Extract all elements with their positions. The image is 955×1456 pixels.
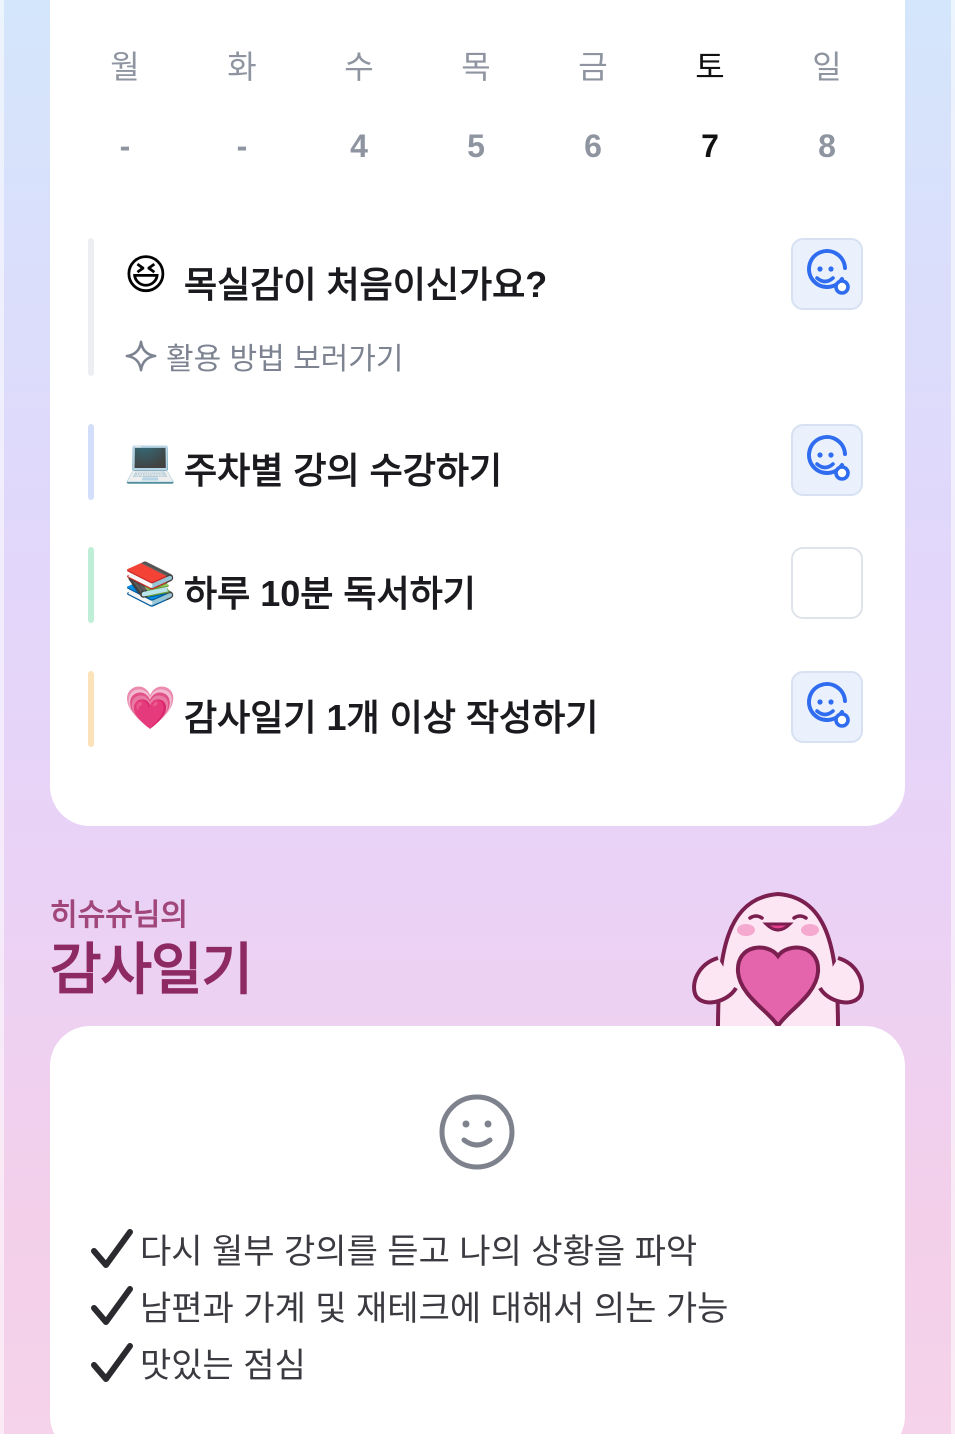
task-check-button[interactable] xyxy=(791,424,863,496)
task-color-bar xyxy=(88,547,94,623)
diary-entry: 다시 월부 강의를 듣고 나의 상황을 파악 xyxy=(90,1220,728,1277)
laughing-emoji-icon: 😆 xyxy=(124,251,168,298)
smile-face-icon xyxy=(439,1094,515,1170)
checkmark-icon xyxy=(91,1285,133,1325)
task-item: 💗 감사일기 1개 이상 작성하기 xyxy=(88,671,878,747)
task-item: 💻 주차별 강의 수강하기 xyxy=(88,424,878,500)
day-name: 수 xyxy=(344,49,374,85)
frame-edge-left xyxy=(0,0,4,1434)
day-number: 6 xyxy=(584,128,602,164)
task-check-button[interactable] xyxy=(791,238,863,310)
day-number: 5 xyxy=(467,128,485,164)
sparkle-icon xyxy=(125,340,157,372)
diary-entry-text: 남편과 가계 및 재테크에 대해서 의논 가능 xyxy=(140,1290,729,1328)
task-title: 목실감이 처음이신가요? xyxy=(184,264,548,305)
smile-check-icon xyxy=(807,682,850,728)
heart-emoji-icon: 💗 xyxy=(124,684,177,731)
task-color-bar xyxy=(88,238,94,376)
day-name: 월 xyxy=(110,49,140,85)
task-title: 주차별 강의 수강하기 xyxy=(184,450,503,491)
laptop-emoji-icon: 💻 xyxy=(124,437,177,484)
frame-edge-right xyxy=(951,0,955,1434)
diary-entry-text: 다시 월부 강의를 듣고 나의 상황을 파악 xyxy=(140,1233,698,1271)
day-name: 토 xyxy=(695,49,725,85)
day-number: - xyxy=(236,128,248,164)
task-check-button-empty[interactable] xyxy=(791,547,863,619)
mascot-holding-heart-icon xyxy=(692,891,864,1029)
diary-entry-text: 맛있는 점심 xyxy=(140,1347,306,1385)
task-check-button[interactable] xyxy=(791,671,863,743)
task-title: 하루 10분 독서하기 xyxy=(184,573,476,614)
checkmark-icon xyxy=(91,1228,133,1268)
how-to-link-label: 활용 방법 보러가기 xyxy=(166,343,404,376)
day-name: 화 xyxy=(227,49,257,85)
checkmark-icon xyxy=(91,1342,133,1382)
task-color-bar xyxy=(88,671,94,747)
diary-entry: 남편과 가계 및 재테크에 대해서 의논 가능 xyxy=(90,1277,728,1334)
day-name: 목 xyxy=(461,49,491,85)
day-number: 8 xyxy=(818,128,836,164)
day-name: 일 xyxy=(812,49,842,85)
diary-title: 감사일기 xyxy=(50,938,253,1001)
smile-check-icon xyxy=(807,435,850,481)
day-number: 4 xyxy=(350,128,368,164)
smile-check-icon xyxy=(807,249,850,295)
diary-entry-list: 다시 월부 강의를 듣고 나의 상황을 파악 남편과 가계 및 재테크에 대해서… xyxy=(90,1220,728,1391)
books-emoji-icon: 📚 xyxy=(124,560,177,607)
day-number: 7 xyxy=(701,128,719,164)
day-number: - xyxy=(119,128,131,164)
day-name: 금 xyxy=(578,49,608,85)
task-item: 📚 하루 10분 독서하기 xyxy=(88,547,878,623)
task-item: 😆 목실감이 처음이신가요? 활용 방법 보러가기 xyxy=(88,238,878,378)
task-title: 감사일기 1개 이상 작성하기 xyxy=(184,697,599,738)
how-to-link[interactable]: 활용 방법 보러가기 xyxy=(124,334,403,378)
diary-entry: 맛있는 점심 xyxy=(90,1334,728,1391)
task-color-bar xyxy=(88,424,94,500)
